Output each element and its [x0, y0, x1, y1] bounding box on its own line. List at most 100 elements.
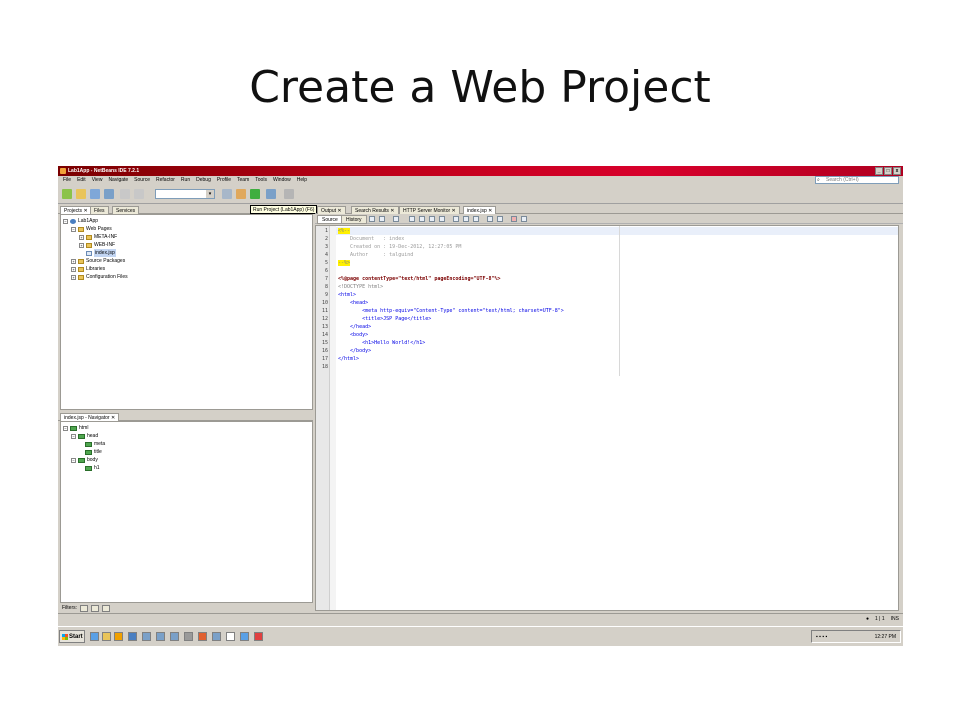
- clean-build-icon[interactable]: [236, 189, 246, 199]
- tab-navigator[interactable]: index.jsp - Navigator ✕: [60, 413, 120, 421]
- collapse-icon[interactable]: −: [71, 226, 76, 232]
- back-icon[interactable]: [379, 216, 385, 222]
- tab-projects[interactable]: Projects ✕: [60, 206, 92, 214]
- shift-right-icon[interactable]: [497, 216, 503, 222]
- line-number: 4: [324, 252, 328, 258]
- tree-item-source-packages[interactable]: + Source Packages: [71, 257, 125, 265]
- menu-view[interactable]: View: [89, 176, 106, 184]
- forward-icon[interactable]: [393, 216, 399, 222]
- debug-project-icon[interactable]: [266, 189, 276, 199]
- tree-item-meta-inf[interactable]: + META-INF: [79, 233, 117, 241]
- tab-services[interactable]: Services: [112, 206, 140, 214]
- taskbar-app-icon[interactable]: [142, 632, 151, 641]
- start-button[interactable]: Start: [59, 630, 85, 643]
- new-project-icon[interactable]: [76, 189, 86, 199]
- previous-bookmark-icon[interactable]: [453, 216, 459, 222]
- build-hammer-icon[interactable]: [222, 189, 232, 199]
- menu-profile[interactable]: Profile: [214, 176, 234, 184]
- word-icon[interactable]: [128, 632, 137, 641]
- taskbar-app-icon[interactable]: [240, 632, 249, 641]
- menu-source[interactable]: Source: [131, 176, 153, 184]
- undo-icon[interactable]: [120, 189, 130, 199]
- next-bookmark-icon[interactable]: [463, 216, 469, 222]
- collapse-icon[interactable]: −: [63, 425, 68, 431]
- tab-http-server-monitor[interactable]: HTTP Server Monitor ✕: [399, 206, 460, 214]
- menu-edit[interactable]: Edit: [74, 176, 89, 184]
- menu-tools[interactable]: Tools: [252, 176, 270, 184]
- tree-item-libraries[interactable]: + Libraries: [71, 265, 105, 273]
- menu-navigate[interactable]: Navigate: [105, 176, 131, 184]
- taskbar-app-icon[interactable]: [226, 632, 235, 641]
- menu-refactor[interactable]: Refactor: [153, 176, 178, 184]
- code-editor[interactable]: 1 2 3 4 5 6 7 8 9 10 11 12 13 14 15 16 1…: [315, 225, 899, 611]
- tab-source[interactable]: Source: [317, 215, 343, 224]
- taskbar-app-icon[interactable]: [254, 632, 263, 641]
- tree-item-web-inf[interactable]: + WEB-INF: [79, 241, 115, 249]
- minimize-button[interactable]: _: [875, 167, 883, 175]
- collapse-icon[interactable]: −: [63, 218, 68, 224]
- find-icon[interactable]: [409, 216, 415, 222]
- last-edit-icon[interactable]: [369, 216, 375, 222]
- taskbar-app-icon[interactable]: [170, 632, 179, 641]
- toggle-highlight-icon[interactable]: [439, 216, 445, 222]
- menu-window[interactable]: Window: [270, 176, 294, 184]
- run-project-icon[interactable]: [250, 189, 260, 199]
- nav-item-meta[interactable]: meta: [85, 440, 105, 448]
- taskbar-app-icon[interactable]: [184, 632, 193, 641]
- line-number: 16: [321, 348, 328, 354]
- filter-toggle-button[interactable]: [102, 604, 110, 612]
- menu-help[interactable]: Help: [294, 176, 310, 184]
- maximize-button[interactable]: □: [884, 167, 892, 175]
- open-project-icon[interactable]: [90, 189, 100, 199]
- collapse-icon[interactable]: −: [71, 457, 76, 463]
- save-all-icon[interactable]: [104, 189, 114, 199]
- tab-search-results[interactable]: Search Results ✕: [351, 206, 399, 214]
- expand-icon[interactable]: +: [79, 234, 84, 240]
- notifications-icon[interactable]: ●: [866, 614, 869, 624]
- find-next-icon[interactable]: [429, 216, 435, 222]
- stop-macro-icon[interactable]: [521, 216, 527, 222]
- menu-debug[interactable]: Debug: [193, 176, 214, 184]
- record-macro-icon[interactable]: [511, 216, 517, 222]
- find-previous-icon[interactable]: [419, 216, 425, 222]
- explorer-icon[interactable]: [102, 632, 111, 641]
- tab-index-jsp[interactable]: index.jsp ✕: [463, 206, 497, 214]
- tree-item-index-jsp[interactable]: index.jsp: [86, 249, 116, 257]
- tab-history[interactable]: History: [341, 215, 367, 224]
- nav-item-body[interactable]: − body: [71, 456, 98, 464]
- configuration-select[interactable]: ▾: [155, 189, 215, 199]
- taskbar-app-icon[interactable]: [212, 632, 221, 641]
- shift-left-icon[interactable]: [487, 216, 493, 222]
- tab-files[interactable]: Files: [90, 206, 109, 214]
- collapse-icon[interactable]: −: [71, 433, 76, 439]
- profile-project-icon[interactable]: [284, 189, 294, 199]
- menu-file[interactable]: File: [60, 176, 74, 184]
- code-line: <meta http-equiv="Content-Type" content=…: [338, 308, 564, 314]
- expand-icon[interactable]: +: [71, 266, 76, 272]
- redo-icon[interactable]: [134, 189, 144, 199]
- tree-item-web-pages[interactable]: − Web Pages: [71, 225, 112, 233]
- expand-icon[interactable]: +: [79, 242, 84, 248]
- expand-icon[interactable]: +: [71, 274, 76, 280]
- search-input[interactable]: ⌕ Search (Ctrl+I): [815, 176, 899, 184]
- tree-item-configuration-files[interactable]: + Configuration Files: [71, 273, 128, 281]
- nav-item-title[interactable]: title: [85, 448, 102, 456]
- tree-item-lab1app[interactable]: − Lab1App: [63, 217, 98, 225]
- new-file-icon[interactable]: [62, 189, 72, 199]
- taskbar-app-icon[interactable]: [156, 632, 165, 641]
- menu-team[interactable]: Team: [234, 176, 252, 184]
- ie-icon[interactable]: [90, 632, 99, 641]
- close-button[interactable]: x: [893, 167, 901, 175]
- nav-item-head[interactable]: − head: [71, 432, 98, 440]
- firefox-icon[interactable]: [114, 632, 123, 641]
- toggle-bookmark-icon[interactable]: [473, 216, 479, 222]
- expand-icon[interactable]: +: [71, 258, 76, 264]
- nav-item-h1[interactable]: h1: [85, 464, 100, 472]
- filter-toggle-button[interactable]: [80, 604, 88, 612]
- line-number: 5: [324, 260, 328, 266]
- taskbar-app-icon[interactable]: [198, 632, 207, 641]
- tab-output[interactable]: Output ✕: [317, 206, 346, 214]
- filter-toggle-button[interactable]: [91, 604, 99, 612]
- menu-run[interactable]: Run: [178, 176, 193, 184]
- nav-item-html[interactable]: − html: [63, 424, 88, 432]
